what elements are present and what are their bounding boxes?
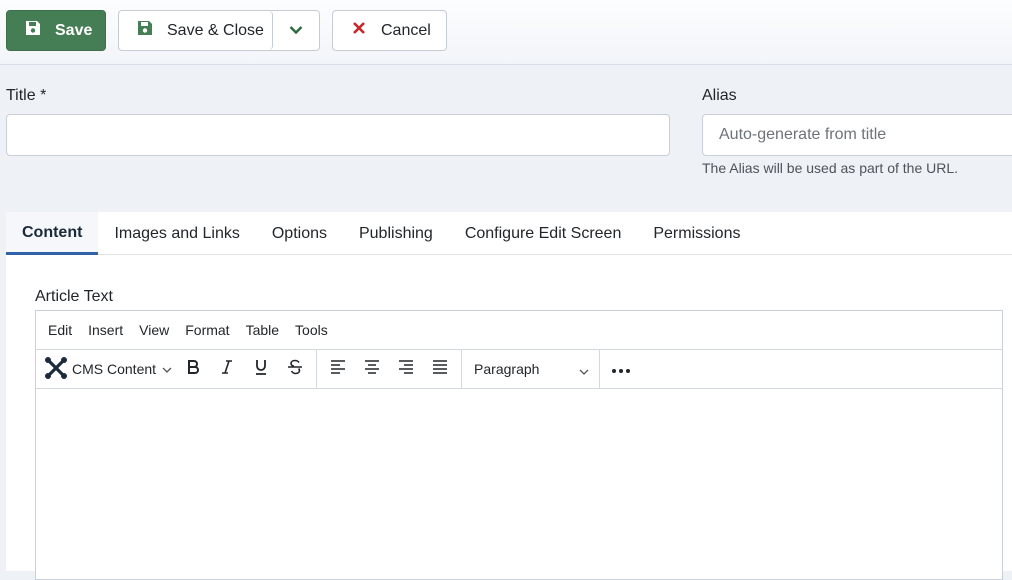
- tab-permissions[interactable]: Permissions: [637, 212, 756, 255]
- floppy-disk-icon: [137, 20, 153, 41]
- align-left-icon: [330, 359, 346, 379]
- menu-view[interactable]: View: [131, 322, 177, 338]
- align-group: [317, 350, 463, 388]
- format-group: CMS Content: [36, 350, 318, 388]
- save-close-group: Save & Close: [118, 10, 320, 51]
- save-options-dropdown-button[interactable]: [273, 11, 319, 50]
- italic-button[interactable]: [210, 352, 244, 386]
- save-close-label: Save & Close: [167, 21, 264, 39]
- alias-input[interactable]: Auto-generate from title: [702, 114, 1012, 156]
- title-input[interactable]: [6, 114, 670, 156]
- editor-content-area[interactable]: [36, 389, 1002, 579]
- floppy-disk-icon: [25, 20, 41, 41]
- chevron-down-icon: [579, 363, 589, 379]
- underline-button[interactable]: [244, 352, 278, 386]
- align-right-icon: [398, 359, 414, 379]
- tab-configure-edit-screen[interactable]: Configure Edit Screen: [449, 212, 638, 255]
- article-text-label: Article Text: [35, 288, 113, 305]
- tab-bar: Content Images and Links Options Publish…: [6, 212, 1012, 255]
- tab-options[interactable]: Options: [256, 212, 343, 255]
- menu-edit[interactable]: Edit: [40, 322, 80, 338]
- bold-button[interactable]: [176, 352, 210, 386]
- chevron-down-icon: [289, 22, 303, 40]
- joomla-logo-icon: [44, 356, 68, 383]
- article-text-editor: Edit Insert View Format Table Tools CMS …: [35, 310, 1003, 580]
- italic-icon: [221, 359, 233, 380]
- tab-content[interactable]: Content: [6, 212, 99, 255]
- strikethrough-icon: [287, 359, 303, 380]
- align-center-button[interactable]: [355, 352, 389, 386]
- save-button[interactable]: Save: [6, 10, 106, 51]
- menu-table[interactable]: Table: [238, 322, 287, 338]
- tab-publishing[interactable]: Publishing: [343, 212, 449, 255]
- bold-icon: [186, 359, 200, 380]
- align-center-icon: [364, 359, 380, 379]
- menu-insert[interactable]: Insert: [80, 322, 131, 338]
- menu-tools[interactable]: Tools: [287, 322, 336, 338]
- save-button-label: Save: [55, 21, 93, 39]
- close-icon: [352, 21, 366, 40]
- cms-content-button[interactable]: CMS Content: [40, 352, 176, 386]
- editor-menubar: Edit Insert View Format Table Tools: [36, 311, 1002, 350]
- chevron-down-icon: [162, 361, 172, 377]
- alias-label: Alias: [702, 87, 737, 104]
- alias-hint: The Alias will be used as part of the UR…: [702, 160, 959, 176]
- block-format-value: Paragraph: [474, 361, 540, 377]
- block-format-select[interactable]: Paragraph: [462, 350, 601, 388]
- align-right-button[interactable]: [389, 352, 423, 386]
- strikethrough-button[interactable]: [278, 352, 312, 386]
- content-panel: Content Images and Links Options Publish…: [6, 212, 1012, 580]
- align-justify-icon: [432, 359, 448, 379]
- alias-placeholder: Auto-generate from title: [719, 126, 887, 143]
- more-horizontal-icon: [612, 360, 631, 378]
- more-tools-button[interactable]: [600, 350, 642, 388]
- underline-icon: [254, 359, 268, 380]
- editor-toolbar: CMS Content Paragraph: [36, 350, 1002, 389]
- align-left-button[interactable]: [321, 352, 355, 386]
- cancel-label: Cancel: [381, 21, 431, 39]
- cancel-button[interactable]: Cancel: [332, 10, 447, 51]
- cms-content-label: CMS Content: [72, 361, 157, 377]
- save-close-button[interactable]: Save & Close: [119, 11, 273, 50]
- action-toolbar: Save Save & Close Cancel: [0, 0, 1012, 65]
- menu-format[interactable]: Format: [177, 322, 237, 338]
- title-label: Title *: [6, 87, 47, 104]
- align-justify-button[interactable]: [423, 352, 457, 386]
- tab-images-and-links[interactable]: Images and Links: [98, 212, 255, 255]
